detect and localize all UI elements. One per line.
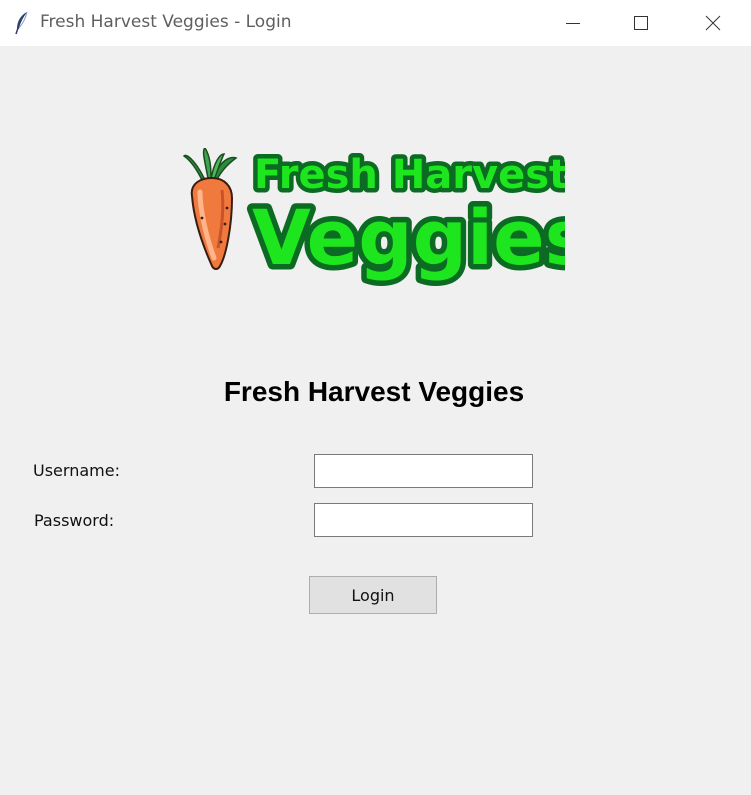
carrot-icon xyxy=(182,148,238,270)
page-title: Fresh Harvest Veggies xyxy=(223,376,525,407)
close-button[interactable] xyxy=(680,0,750,46)
title-bar[interactable]: Fresh Harvest Veggies - Login xyxy=(0,0,751,46)
minimize-icon xyxy=(566,23,580,24)
maximize-icon xyxy=(634,16,648,30)
password-label: Password: xyxy=(34,511,115,530)
close-icon xyxy=(705,15,721,31)
window-title: Fresh Harvest Veggies - Login xyxy=(40,12,292,32)
feather-icon xyxy=(14,11,30,35)
login-button[interactable]: Login xyxy=(309,576,437,614)
login-window-content: Fresh Harvest Fresh Harvest Veggies Vegg… xyxy=(0,46,751,795)
minimize-button[interactable] xyxy=(540,0,610,46)
maximize-button[interactable] xyxy=(608,0,678,46)
brand-logo: Fresh Harvest Fresh Harvest Veggies Vegg… xyxy=(180,148,565,293)
username-label: Username: xyxy=(33,461,120,480)
password-field[interactable] xyxy=(314,503,533,537)
logo-line1: Fresh Harvest xyxy=(254,152,565,198)
logo-line2: Veggies xyxy=(252,193,565,282)
username-field[interactable] xyxy=(314,454,533,488)
